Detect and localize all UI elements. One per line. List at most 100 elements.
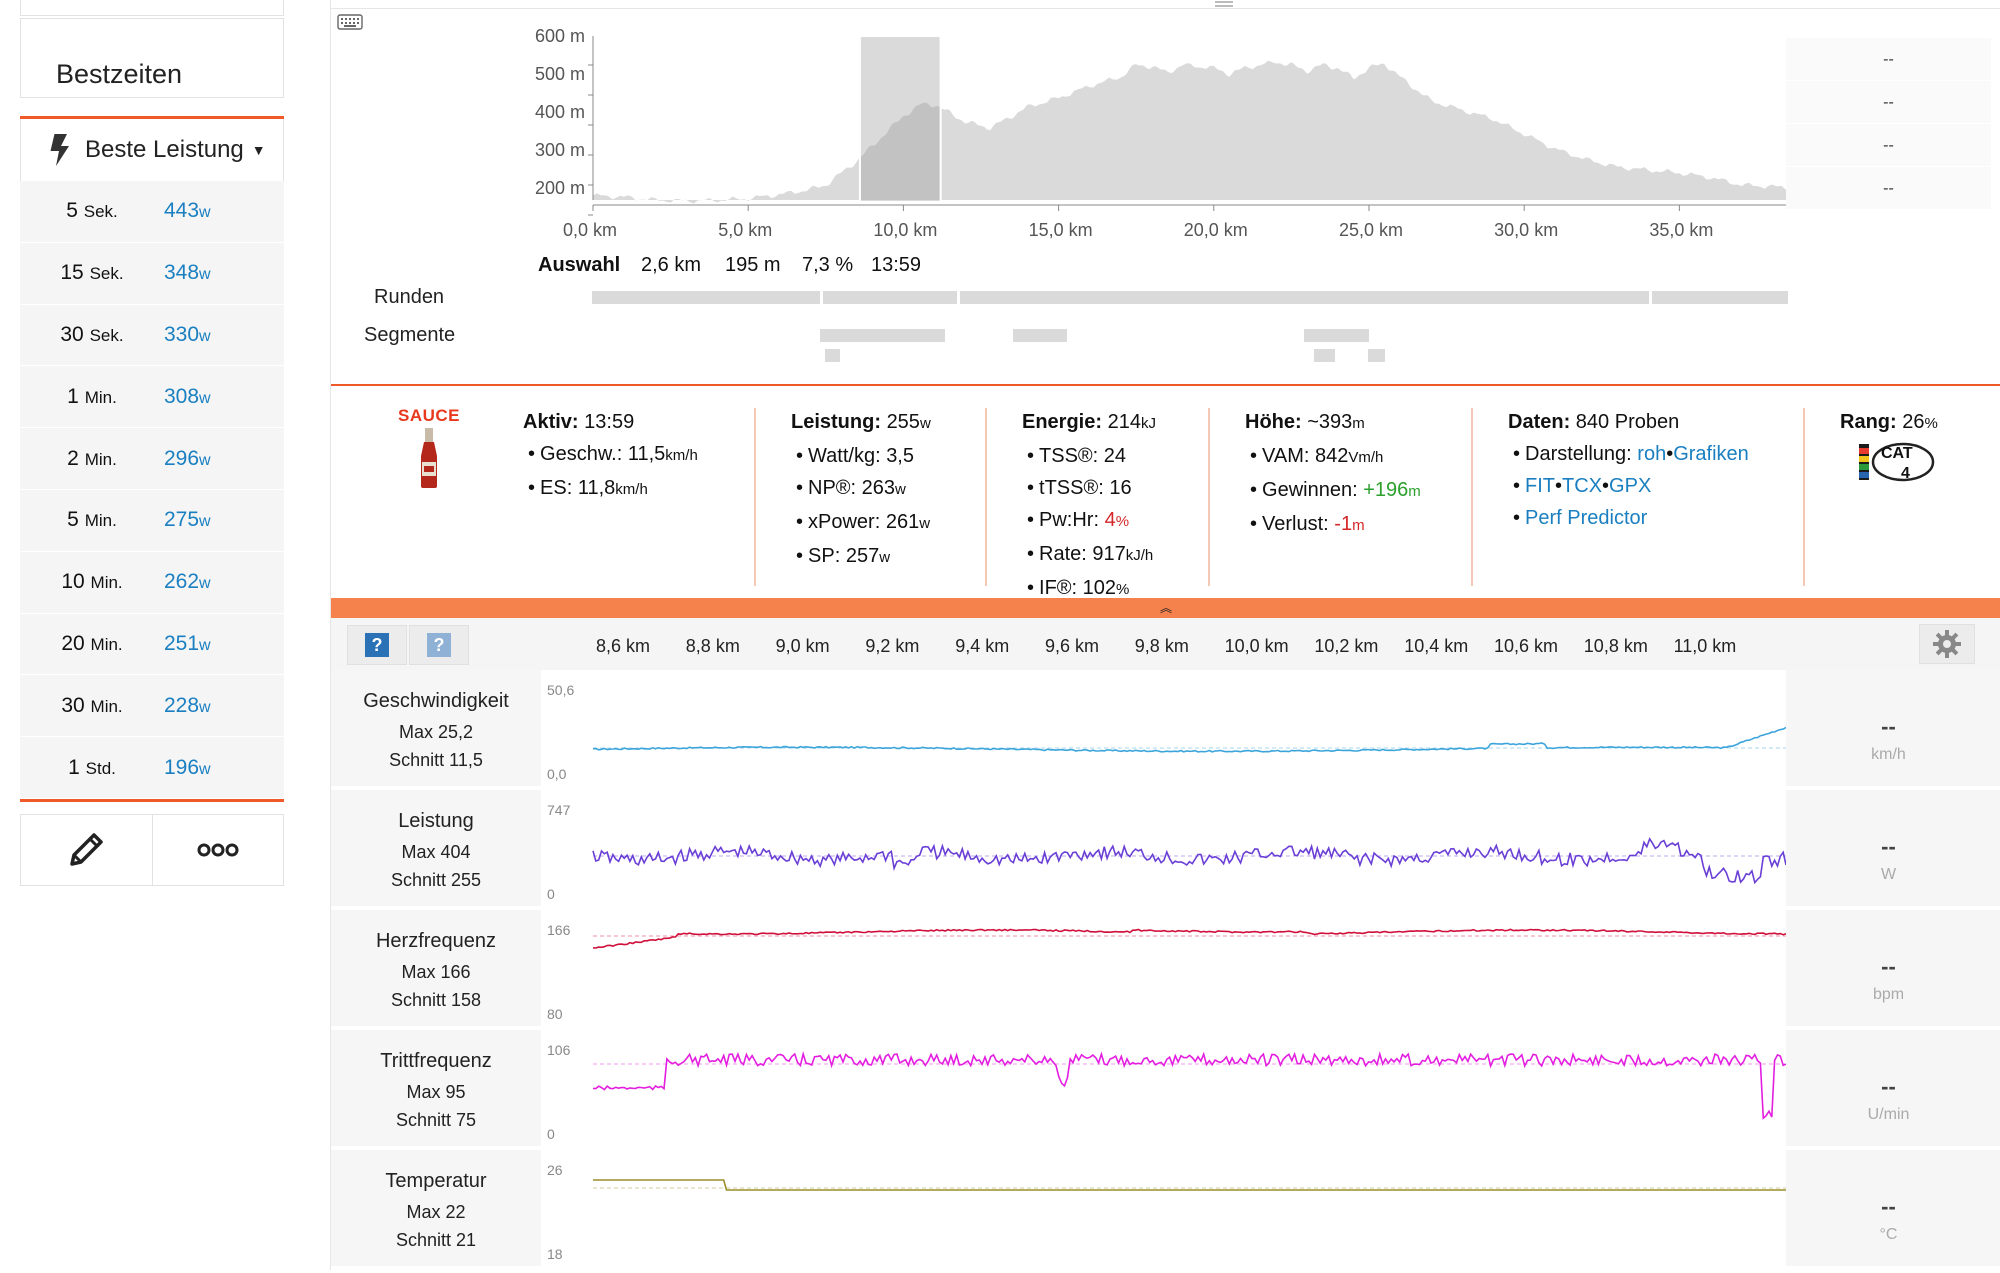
grafiken-link[interactable]: Grafiken [1673, 443, 1749, 465]
elevation-x-label: 5,0 km [718, 220, 773, 240]
lap-bar[interactable] [960, 291, 1649, 304]
duration-unit: Sek. [83, 202, 118, 222]
power-value-link[interactable]: 275w [164, 508, 211, 532]
best-power-row[interactable]: 5 Min. 275w [20, 489, 284, 552]
stream-readout-unit: km/h [1871, 746, 1906, 763]
stream-avg: Schnitt 75 [395, 1110, 477, 1130]
sp-unit: w [879, 549, 891, 566]
lap-bar[interactable] [1652, 291, 1788, 304]
bestzeiten-card[interactable]: Bestzeiten [20, 18, 284, 98]
elevation-right-cell: -- [1786, 167, 1991, 210]
np-label: NP®: [808, 477, 857, 499]
power-value: 251 [164, 631, 200, 655]
duration-label: 2 Min. [20, 447, 164, 471]
power-value-link[interactable]: 330w [164, 323, 211, 347]
help-button-secondary[interactable]: ? [409, 625, 469, 665]
elevation-y-label: 300 m [534, 140, 585, 160]
stats-separator [1803, 408, 1805, 586]
collapse-bar[interactable]: ︽ [331, 598, 2000, 618]
sp-label: SP: [808, 545, 841, 567]
power-unit: w [199, 698, 211, 716]
power-value-link[interactable]: 251w [164, 632, 211, 656]
best-power-dropdown[interactable]: Beste Leistung ▼ [20, 119, 284, 181]
segment-bar[interactable] [825, 349, 840, 362]
distance-tick-label: 10,2 km [1314, 636, 1379, 656]
power-value-link[interactable]: 443w [164, 199, 211, 223]
stream-series-line [592, 928, 1787, 949]
selection-distance: 2,6 km [641, 254, 702, 276]
elevation-x-label: 30,0 km [1494, 220, 1559, 240]
stream-readout-value: -- [1881, 714, 1896, 739]
best-power-row[interactable]: 10 Min. 262w [20, 551, 284, 614]
stream-plot[interactable] [541, 670, 1787, 788]
best-power-row[interactable]: 20 Min. 251w [20, 613, 284, 676]
best-power-row[interactable]: 5 Sek. 443w [20, 181, 284, 243]
es-value: 11,8 [577, 477, 616, 499]
segment-bar[interactable] [1013, 329, 1067, 342]
distance-tick-label: 9,4 km [955, 636, 1010, 656]
best-power-row[interactable]: 30 Sek. 330w [20, 304, 284, 367]
selection-label: Auswahl [538, 254, 621, 276]
stream-readout: -- U/min [1786, 1030, 1991, 1124]
power-value: 262 [164, 570, 200, 594]
distance-tick-label: 9,6 km [1045, 636, 1100, 656]
stream-readout-value: -- [1881, 1074, 1896, 1099]
power-value-link[interactable]: 308w [164, 385, 211, 409]
stats-hoehe: Höhe: ~393m VAM: 842Vm/h Gewinnen: +196m… [1245, 406, 1421, 542]
help-button-primary[interactable]: ? [347, 625, 407, 665]
power-unit: w [199, 389, 211, 407]
stream-readout: -- bpm [1786, 910, 1991, 1004]
stream-plot[interactable] [541, 1030, 1787, 1148]
power-value-link[interactable]: 348w [164, 261, 211, 285]
gpx-link[interactable]: GPX [1609, 475, 1651, 497]
best-power-row[interactable]: 2 Min. 296w [20, 428, 284, 490]
lap-bar[interactable] [823, 291, 957, 304]
roh-link[interactable]: roh [1637, 443, 1666, 465]
stream-row: Trittfrequenz Max 95 Schnitt 75 106 0 --… [331, 1030, 2000, 1148]
stats-separator [1208, 408, 1210, 586]
power-value-link[interactable]: 228w [164, 694, 211, 718]
stats-panel: SAUCE Aktiv: 13:59 Geschw.: 11,5km/h ES:… [331, 384, 2000, 602]
aktiv-label: Aktiv: [523, 411, 579, 433]
perf-predictor-link[interactable]: Perf Predictor [1525, 507, 1647, 529]
gain-value: +196 [1363, 479, 1409, 501]
stream-plot[interactable] [541, 910, 1787, 1028]
best-power-row[interactable]: 15 Sek. 348w [20, 242, 284, 305]
power-value-link[interactable]: 296w [164, 447, 211, 471]
stats-separator [754, 408, 756, 586]
lap-bar[interactable] [592, 291, 820, 304]
segment-bar[interactable] [1368, 349, 1385, 362]
xpower-value: 261 [885, 511, 920, 533]
stream-readout-value: -- [1881, 954, 1896, 979]
elevation-y-label: 500 m [534, 64, 585, 84]
stream-plot[interactable] [541, 790, 1787, 908]
power-value-link[interactable]: 196w [164, 756, 211, 780]
wattkg-label: Watt/kg: [808, 445, 881, 467]
tcx-link[interactable]: TCX [1562, 475, 1602, 497]
stream-row: Herzfrequenz Max 166 Schnitt 158 166 80 … [331, 910, 2000, 1028]
stream-ymin: 0 [547, 1126, 555, 1142]
selection-highlight[interactable] [858, 35, 942, 203]
segment-bar[interactable] [820, 329, 945, 342]
collapse-up-icon: ︽ [1159, 601, 1172, 615]
fit-link[interactable]: FIT [1525, 475, 1555, 497]
pwhr-label: Pw:Hr: [1039, 509, 1100, 531]
stream-max: Max 404 [401, 842, 471, 862]
gain-unit: m [1408, 483, 1421, 500]
vam-unit: Vm/h [1348, 449, 1384, 466]
stream-readout-unit: W [1880, 866, 1897, 883]
settings-button[interactable] [1919, 624, 1975, 664]
gear-icon [1933, 630, 1961, 658]
best-power-row[interactable]: 30 Min. 228w [20, 675, 284, 738]
power-value: 296 [164, 446, 200, 470]
segment-bar[interactable] [1314, 349, 1335, 362]
stream-plot[interactable] [541, 1150, 1786, 1268]
power-value-link[interactable]: 262w [164, 570, 211, 594]
segment-bar[interactable] [1304, 329, 1369, 342]
stats-separator [985, 408, 987, 586]
best-power-row[interactable]: 1 Min. 308w [20, 366, 284, 429]
more-button[interactable] [153, 815, 284, 885]
best-power-row[interactable]: 1 Std. 196w [20, 737, 284, 799]
edit-button[interactable] [21, 815, 153, 885]
rang-unit: % [1924, 415, 1938, 432]
